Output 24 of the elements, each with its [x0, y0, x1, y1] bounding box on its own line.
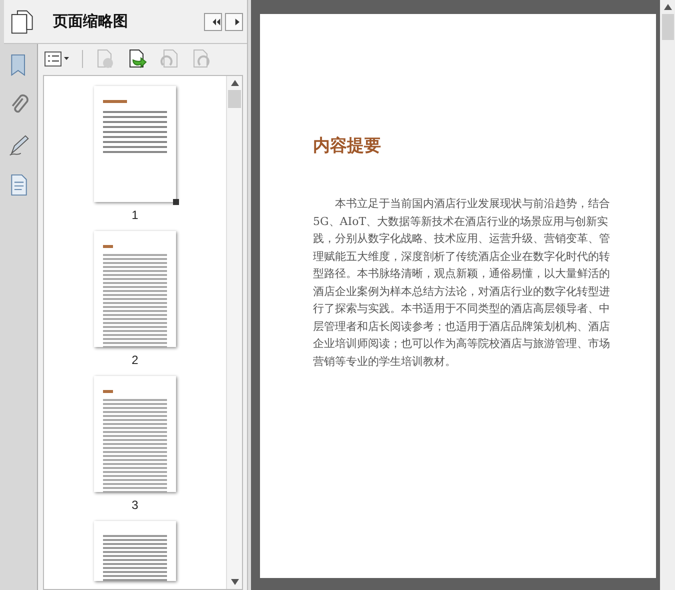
page-number: 1 [132, 208, 138, 222]
page-thumbnail[interactable] [94, 521, 176, 581]
delete-page-icon[interactable] [95, 48, 115, 68]
collapse-panel-button[interactable] [204, 12, 222, 30]
pages-icon [10, 8, 36, 36]
scroll-up-icon[interactable] [230, 80, 238, 86]
scroll-up-icon[interactable] [664, 4, 672, 10]
rotate-right-icon[interactable] [191, 48, 211, 68]
next-button[interactable] [225, 12, 243, 30]
panel-title: 页面缩略图 [53, 12, 128, 31]
insert-page-icon[interactable] [127, 48, 147, 68]
scroll-down-icon[interactable] [230, 579, 238, 585]
page-number: 3 [132, 498, 138, 512]
page-thumbnail[interactable] [94, 231, 176, 347]
options-menu-button[interactable] [44, 50, 70, 66]
summary-paragraph: 本书立足于当前国内酒店行业发展现状与前沿趋势，结合5G、AIoT、大数据等新技术在酒店行业的场景应用与创新实践，分别从数字化战略、技术应用、运营升级、营销变革、管理赋能五大维度，深度剖析了传统酒店企业在数字化时代的转型路径。本书脉络清晰，观点新颖，通俗易懂，以大量鲜活的酒店企业案例为样本总结方法论，对酒店行业的数字化转型进行了探索与实践。本书适用于不同类型的酒店高层领导者、中层管理者和店长阅读参考；也适用于酒店品牌策划机构、酒店企业培训师阅读；也可以作为高等院校酒店与旅游管理、市场营销等专业的学生培训教材。 [313, 196, 611, 370]
page-heading: 内容提要 [313, 135, 382, 157]
scroll-thumb[interactable] [228, 90, 241, 108]
scrollbar[interactable] [226, 76, 242, 589]
page-number: 2 [132, 353, 138, 367]
page-thumbnail[interactable] [94, 376, 176, 492]
page-thumbnail[interactable] [94, 86, 176, 202]
rotate-left-icon[interactable] [159, 48, 179, 68]
scroll-thumb[interactable] [662, 14, 674, 40]
